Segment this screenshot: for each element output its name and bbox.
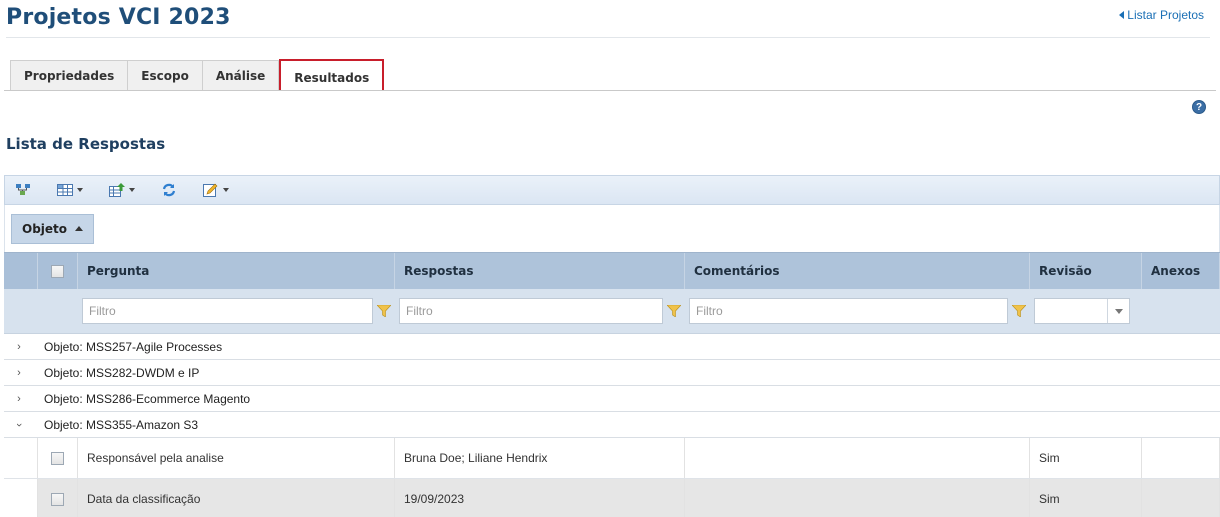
select-all-checkbox[interactable] [51, 264, 64, 278]
group-row[interactable]: › Objeto: MSS282-DWDM e IP [4, 360, 1220, 386]
table-row[interactable]: Data da classificação 19/09/2023 Sim [4, 479, 1220, 517]
list-projects-link[interactable]: Listar Projetos [1119, 8, 1204, 22]
header-revisao[interactable]: Revisão [1030, 253, 1142, 289]
group-row-label: Objeto: MSS286-Ecommerce Magento [44, 391, 251, 406]
cell-anexos [1142, 479, 1220, 517]
filter-row: Filtro Filtro Filtro [4, 289, 1220, 334]
group-row-label: Objeto: MSS355-Amazon S3 [44, 417, 199, 432]
group-panel: Objeto [4, 205, 1220, 252]
cell-pergunta: Data da classificação [78, 479, 395, 517]
row-checkbox[interactable] [51, 492, 64, 506]
help-icon[interactable]: ? [1192, 100, 1206, 114]
page-title: Projetos VCI 2023 [6, 5, 231, 30]
edit-menu-button[interactable] [201, 180, 231, 200]
filter-respostas-cell: Filtro [395, 289, 685, 333]
group-row-label: Objeto: MSS282-DWDM e IP [44, 365, 200, 380]
filter-comentarios-input[interactable]: Filtro [689, 298, 1008, 324]
sort-ascending-icon [75, 226, 84, 231]
chevron-right-icon[interactable]: › [4, 341, 34, 353]
cell-pergunta: Responsável pela analise [78, 438, 395, 478]
chevron-right-icon[interactable]: › [4, 393, 34, 405]
chevron-down-icon [223, 188, 229, 192]
header-row: Pergunta Respostas Comentários Revisão A… [4, 252, 1220, 289]
group-chip-objeto[interactable]: Objeto [11, 213, 95, 244]
grid-columns-icon [57, 184, 73, 196]
row-checkbox[interactable] [51, 451, 64, 465]
filter-revisao-select[interactable] [1034, 298, 1130, 324]
chevron-down-icon [129, 188, 135, 192]
table-row[interactable]: Responsável pela analise Bruna Doe; Lili… [4, 438, 1220, 479]
export-menu-button[interactable] [107, 180, 137, 200]
filter-icon[interactable] [1012, 305, 1026, 317]
tab-resultados[interactable]: Resultados [279, 59, 385, 91]
filter-comentarios-cell: Filtro [685, 289, 1030, 333]
chevron-down-icon [77, 188, 83, 192]
header-expand-col [4, 253, 38, 289]
section-title: Lista de Respostas [6, 135, 166, 153]
list-projects-label: Listar Projetos [1127, 8, 1204, 22]
filter-respostas-input[interactable]: Filtro [399, 298, 663, 324]
back-arrow-icon [1119, 11, 1125, 19]
tab-bar: Propriedades Escopo Análise Resultados [10, 59, 385, 91]
filter-icon[interactable] [667, 305, 681, 317]
group-row[interactable]: › Objeto: MSS286-Ecommerce Magento [4, 386, 1220, 412]
refresh-icon [162, 183, 176, 197]
chevron-right-icon[interactable]: › [4, 367, 34, 379]
title-divider [6, 37, 1210, 38]
tab-propriedades[interactable]: Propriedades [10, 60, 129, 90]
cell-anexos [1142, 438, 1220, 478]
cell-comentarios [685, 479, 1030, 517]
group-row[interactable]: › Objeto: MSS355-Amazon S3 [4, 412, 1220, 438]
grid-toolbar [4, 175, 1220, 205]
header-select-all [38, 253, 78, 289]
cell-revisao: Sim [1030, 438, 1142, 478]
chevron-down-icon[interactable]: › [13, 410, 25, 440]
filter-pergunta-cell: Filtro [78, 289, 395, 333]
filter-pergunta-input[interactable]: Filtro [82, 298, 373, 324]
responses-grid: Objeto Pergunta Respostas Comentários Re… [4, 175, 1220, 517]
edit-icon [203, 183, 218, 197]
cell-comentarios [685, 438, 1030, 478]
export-icon [109, 183, 125, 197]
tab-analise[interactable]: Análise [202, 60, 280, 90]
cell-respostas: Bruna Doe; Liliane Hendrix [395, 438, 685, 478]
group-row-label: Objeto: MSS257-Agile Processes [44, 339, 223, 354]
hierarchy-icon [16, 184, 30, 195]
hierarchy-button[interactable] [13, 180, 33, 200]
group-chip-label: Objeto [22, 221, 68, 236]
filter-icon[interactable] [377, 305, 391, 317]
header-respostas[interactable]: Respostas [395, 253, 685, 289]
tabs-divider [4, 90, 1216, 91]
header-comentarios[interactable]: Comentários [685, 253, 1030, 289]
header-pergunta[interactable]: Pergunta [78, 253, 395, 289]
dropdown-arrow-icon [1107, 299, 1129, 323]
refresh-button[interactable] [159, 180, 179, 200]
filter-revisao-cell [1030, 289, 1142, 333]
header-anexos[interactable]: Anexos [1142, 253, 1220, 289]
cell-respostas: 19/09/2023 [395, 479, 685, 517]
cell-revisao: Sim [1030, 479, 1142, 517]
columns-menu-button[interactable] [55, 180, 85, 200]
group-row[interactable]: › Objeto: MSS257-Agile Processes [4, 334, 1220, 360]
tab-escopo[interactable]: Escopo [128, 60, 203, 90]
